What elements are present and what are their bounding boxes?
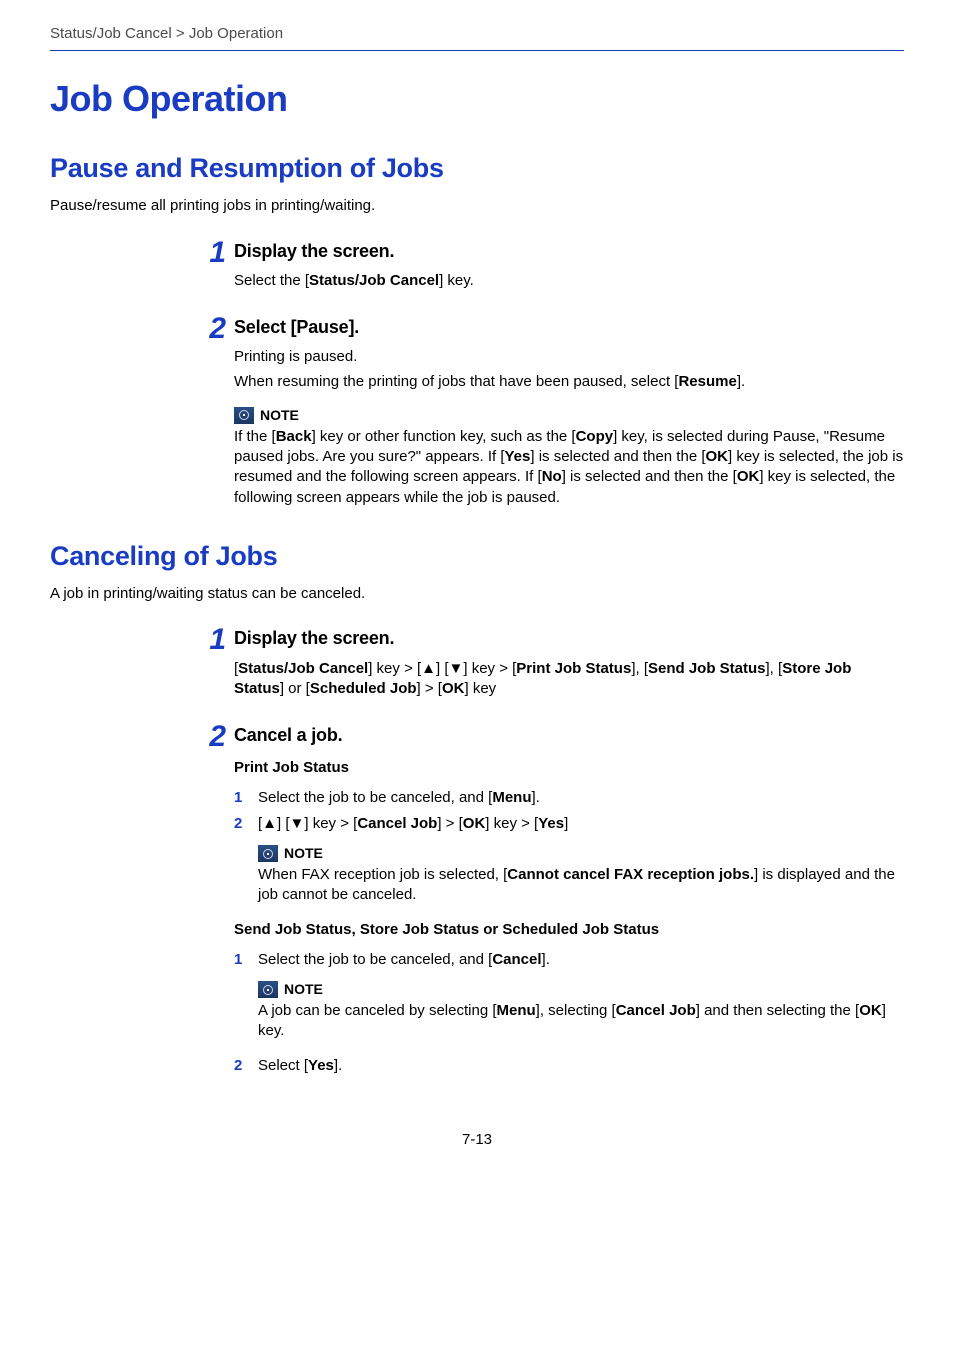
sub-step: 2 [▲] [▼] key > [Cancel Job] > [OK] key … [234, 814, 904, 834]
sub-step: 1 Select the job to be canceled, and [Me… [234, 788, 904, 808]
note-text: When FAX reception job is selected, [Can… [258, 865, 904, 906]
step-block: 1 Display the screen. Select the [Status… [50, 239, 904, 296]
sub-step-text: Select [Yes]. [258, 1056, 904, 1076]
note-label: NOTE [284, 844, 323, 863]
step-number: 1 [192, 626, 226, 653]
step-block: 1 Display the screen. [Status/Job Cancel… [50, 626, 904, 703]
step-body: Select [Pause]. Printing is paused. When… [234, 315, 904, 510]
section-title-pause: Pause and Resumption of Jobs [50, 150, 904, 186]
page-number: 7-13 [50, 1130, 904, 1150]
step-number: 1 [192, 239, 226, 266]
note-header: NOTE [234, 406, 904, 425]
sub-step-number: 2 [234, 1056, 252, 1076]
step-title: Cancel a job. [234, 723, 904, 747]
step-body: Display the screen. Select the [Status/J… [234, 239, 904, 296]
step-number: 2 [192, 723, 226, 750]
sub-step: 1 Select the job to be canceled, and [Ca… [234, 950, 904, 970]
sub-heading: Send Job Status, Store Job Status or Sch… [234, 920, 904, 940]
step-title: Select [Pause]. [234, 315, 904, 339]
section-title-cancel: Canceling of Jobs [50, 538, 904, 574]
note-box: NOTE A job can be canceled by selecting … [258, 980, 904, 1041]
note-text: If the [Back] key or other function key,… [234, 427, 904, 508]
step-title: Display the screen. [234, 626, 904, 650]
note-icon [258, 845, 278, 862]
header-divider [50, 50, 904, 51]
step-text: Select the [Status/Job Cancel] key. [234, 271, 904, 291]
sub-step: 2 Select [Yes]. [234, 1056, 904, 1076]
note-icon [234, 407, 254, 424]
step-block: 2 Select [Pause]. Printing is paused. Wh… [50, 315, 904, 510]
sub-step-text: Select the job to be canceled, and [Canc… [258, 950, 904, 970]
section-intro-cancel: A job in printing/waiting status can be … [50, 584, 904, 604]
step-number: 2 [192, 315, 226, 342]
step-title: Display the screen. [234, 239, 904, 263]
sub-step-text: Select the job to be canceled, and [Menu… [258, 788, 904, 808]
note-label: NOTE [260, 406, 299, 425]
step-block: 2 Cancel a job. Print Job Status 1 Selec… [50, 723, 904, 1082]
note-box: NOTE When FAX reception job is selected,… [258, 844, 904, 905]
note-box: NOTE If the [Back] key or other function… [234, 406, 904, 508]
step-text: When resuming the printing of jobs that … [234, 372, 904, 392]
step-text: Printing is paused. [234, 347, 904, 367]
step-body: Cancel a job. Print Job Status 1 Select … [234, 723, 904, 1082]
note-text: A job can be canceled by selecting [Menu… [258, 1001, 904, 1042]
note-header: NOTE [258, 844, 904, 863]
note-label: NOTE [284, 980, 323, 999]
note-icon [258, 981, 278, 998]
sub-heading: Print Job Status [234, 758, 904, 778]
document-page: Status/Job Cancel > Job Operation Job Op… [0, 0, 954, 1350]
note-header: NOTE [258, 980, 904, 999]
sub-step-number: 2 [234, 814, 252, 834]
sub-step-text: [▲] [▼] key > [Cancel Job] > [OK] key > … [258, 814, 904, 834]
sub-step-number: 1 [234, 788, 252, 808]
step-body: Display the screen. [Status/Job Cancel] … [234, 626, 904, 703]
section-intro-pause: Pause/resume all printing jobs in printi… [50, 196, 904, 216]
breadcrumb: Status/Job Cancel > Job Operation [50, 24, 904, 44]
sub-step-number: 1 [234, 950, 252, 970]
page-title: Job Operation [50, 75, 904, 124]
navigation-path: [Status/Job Cancel] key > [▲] [▼] key > … [234, 659, 904, 700]
